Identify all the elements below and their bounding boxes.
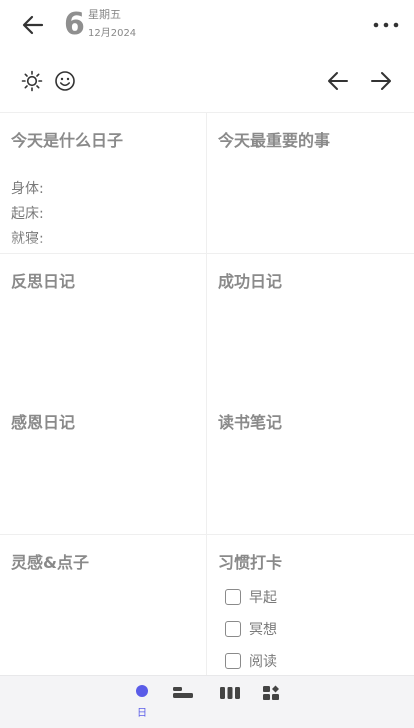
reading-section[interactable]: 读书笔记 (207, 395, 414, 534)
habit-checkbox[interactable] (225, 621, 241, 637)
ideas-section[interactable]: 灵感&点子 (0, 535, 207, 676)
day-number: 6 (64, 7, 85, 42)
journal-grid: 今天是什么日子 身体: 起床: 就寝: 今天最重要的事 反思日记 成功日记 感恩… (0, 112, 414, 676)
reflection-section[interactable]: 反思日记 (0, 254, 207, 395)
brightness-icon (21, 70, 43, 92)
section-title: 成功日记 (218, 272, 283, 291)
success-section[interactable]: 成功日记 (207, 254, 414, 395)
nav-day-tab[interactable]: 日 (126, 684, 158, 724)
grid-row: 今天是什么日子 身体: 起床: 就寝: 今天最重要的事 (0, 113, 414, 254)
section-title: 习惯打卡 (218, 553, 283, 572)
today-section[interactable]: 今天是什么日子 身体: 起床: 就寝: (0, 113, 207, 253)
section-title: 今天最重要的事 (218, 131, 331, 150)
next-day-button[interactable] (366, 66, 396, 96)
back-button[interactable] (18, 10, 48, 40)
section-title: 反思日记 (11, 272, 76, 291)
habit-label: 阅读 (249, 654, 277, 670)
nav-day-label: 日 (137, 708, 147, 719)
habit-item[interactable]: 阅读 (225, 645, 277, 676)
nav-week-tab[interactable] (167, 684, 199, 724)
section-title: 感恩日记 (11, 413, 76, 432)
section-title: 今天是什么日子 (11, 131, 124, 150)
toolbar (0, 62, 414, 102)
habit-item[interactable]: 冥想 (225, 613, 277, 645)
section-title: 灵感&点子 (11, 553, 89, 572)
widgets-icon (263, 685, 279, 700)
bottom-nav: 日 (0, 675, 414, 728)
nav-month-tab[interactable] (214, 684, 246, 724)
mood-button[interactable] (50, 66, 80, 96)
arrow-left-icon (328, 72, 348, 90)
important-section[interactable]: 今天最重要的事 (207, 113, 414, 253)
month-columns-icon (220, 687, 240, 699)
smiley-icon (55, 71, 75, 91)
more-menu-button[interactable] (372, 13, 400, 37)
month-year-label: 12月2024 (88, 28, 137, 39)
brightness-button[interactable] (17, 66, 47, 96)
gratitude-section[interactable]: 感恩日记 (0, 395, 207, 534)
grid-row: 感恩日记 读书笔记 (0, 395, 414, 535)
more-dots-icon (373, 22, 399, 28)
previous-day-button[interactable] (323, 66, 353, 96)
dot-icon (136, 685, 148, 697)
grid-row: 灵感&点子 习惯打卡 早起 冥想 阅读 (0, 535, 414, 676)
arrow-left-icon (22, 15, 44, 35)
habit-item[interactable]: 早起 (225, 581, 277, 613)
arrow-right-icon (371, 72, 391, 90)
habit-list: 早起 冥想 阅读 (225, 581, 277, 676)
grid-row: 反思日记 成功日记 (0, 254, 414, 395)
weekday-label: 星期五 (88, 8, 121, 21)
habits-section: 习惯打卡 早起 冥想 阅读 (207, 535, 414, 676)
section-title: 读书笔记 (218, 413, 283, 432)
habit-label: 早起 (249, 590, 277, 606)
nav-widgets-tab[interactable] (256, 684, 288, 724)
habit-label: 冥想 (249, 622, 277, 638)
habit-checkbox[interactable] (225, 589, 241, 605)
wake-field-label: 起床: (11, 206, 44, 222)
header-bar: 6 星期五 12月2024 (0, 0, 414, 52)
habit-checkbox[interactable] (225, 653, 241, 669)
body-field-label: 身体: (11, 181, 44, 197)
week-bars-icon (173, 687, 193, 698)
